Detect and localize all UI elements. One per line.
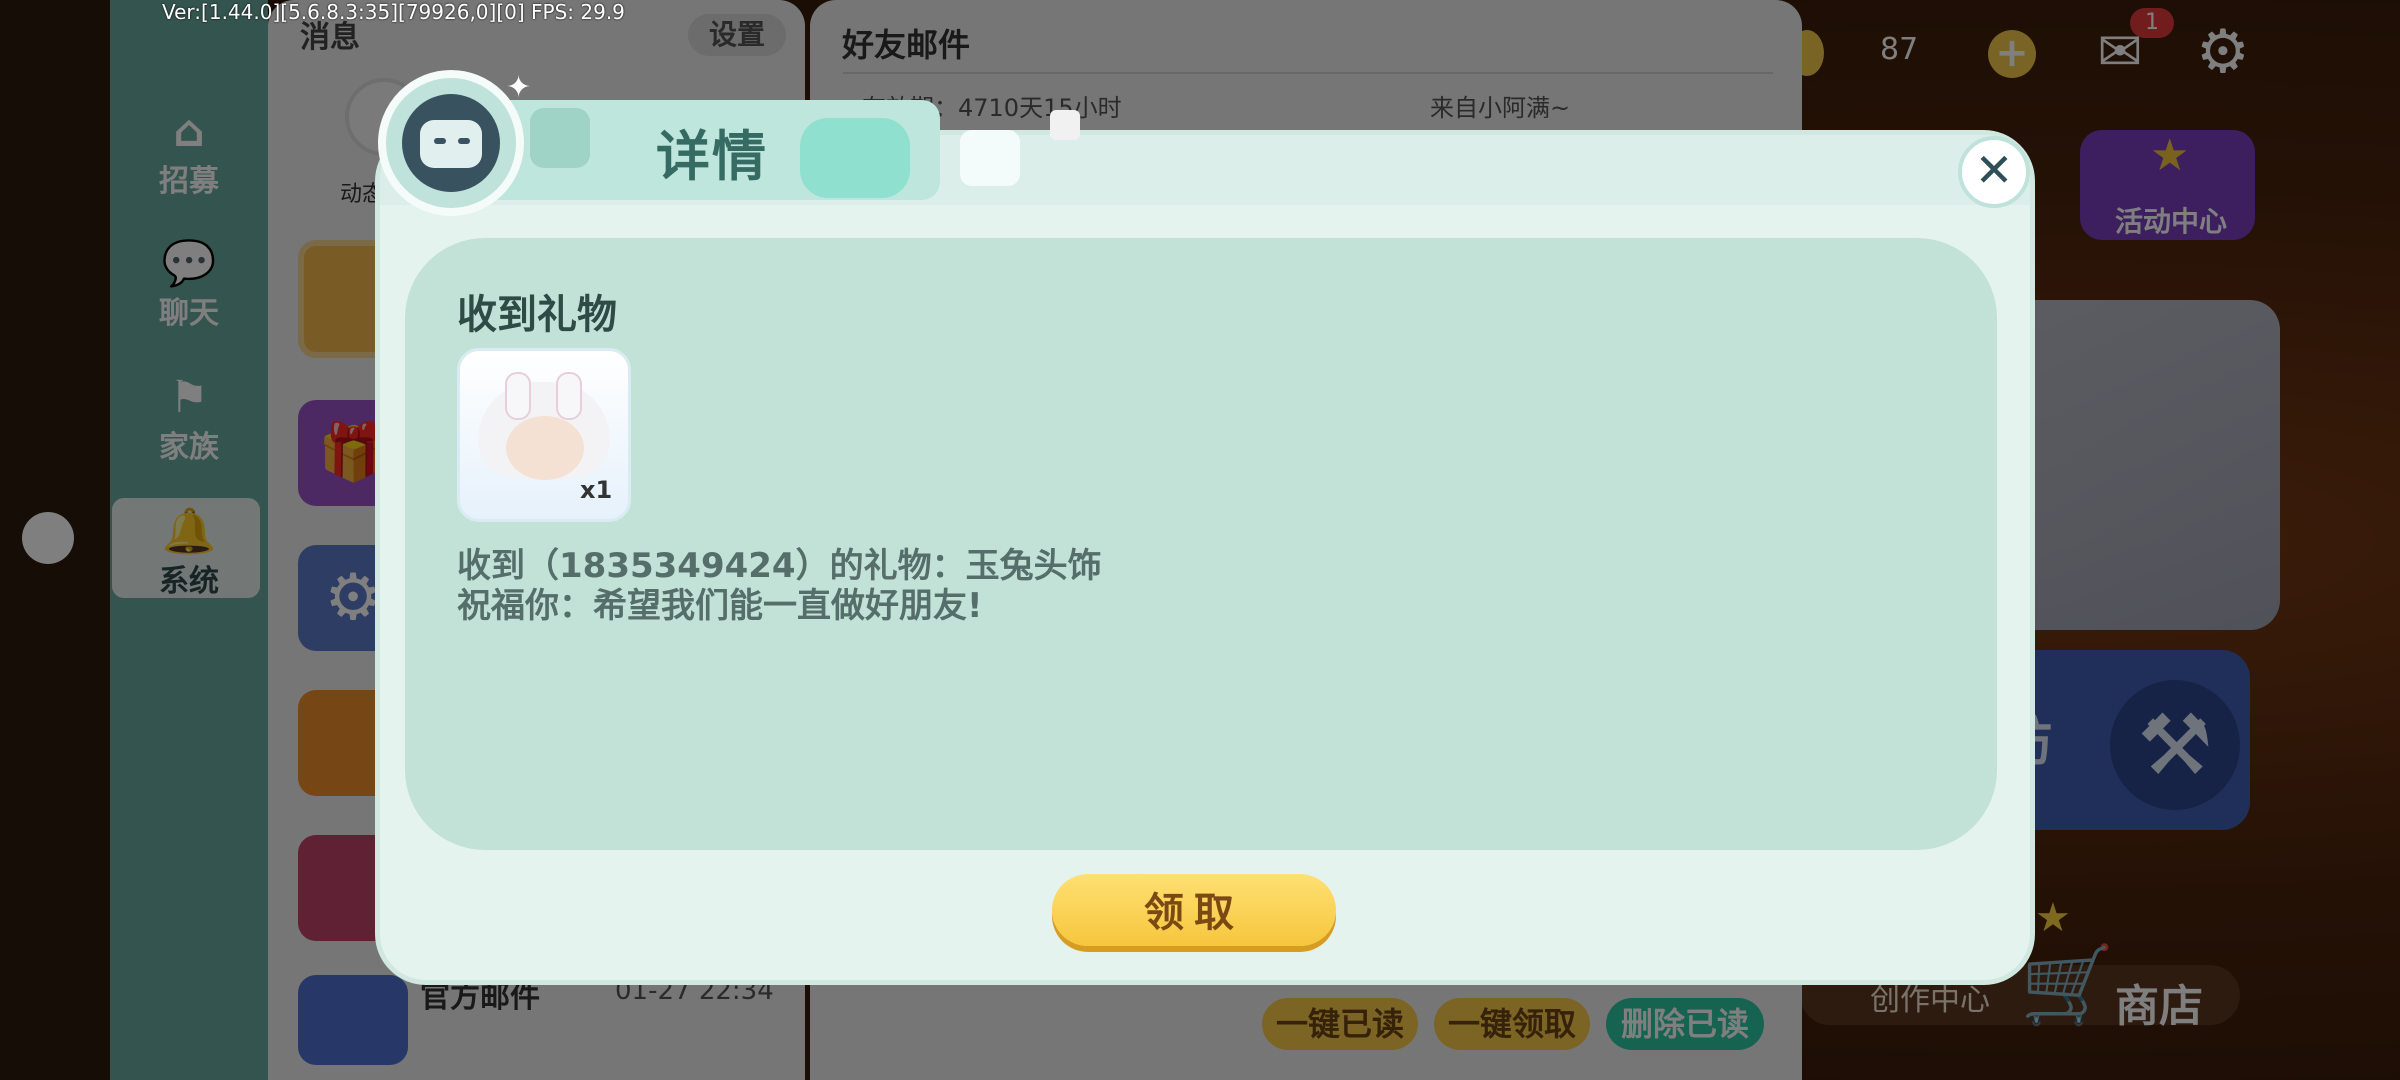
claim-button-label[interactable]: 领取 — [1052, 880, 1336, 938]
title-decoration — [1050, 110, 1080, 140]
gift-quantity: x1 — [580, 476, 613, 504]
rabbit-ear — [505, 372, 531, 420]
rabbit-ear — [556, 372, 582, 420]
gift-message-line2: 祝福你：希望我们能一直做好朋友! — [457, 586, 983, 626]
title-decoration — [530, 108, 590, 168]
fps-debug-text: Ver:[1.44.0][5.6.8.3:35][79926,0][0] FPS… — [162, 0, 625, 24]
title-decoration — [800, 118, 910, 198]
close-button[interactable]: ✕ — [1958, 136, 2030, 208]
character-face — [506, 416, 584, 480]
mascot-eye — [458, 138, 470, 144]
title-decoration — [960, 130, 1020, 186]
mascot-face-inner — [420, 120, 482, 168]
gift-heading: 收到礼物 — [457, 292, 617, 338]
dialog-title: 详情 — [656, 125, 768, 188]
sparkle-icon: ✦ — [506, 70, 532, 105]
mascot-eye — [434, 138, 446, 144]
